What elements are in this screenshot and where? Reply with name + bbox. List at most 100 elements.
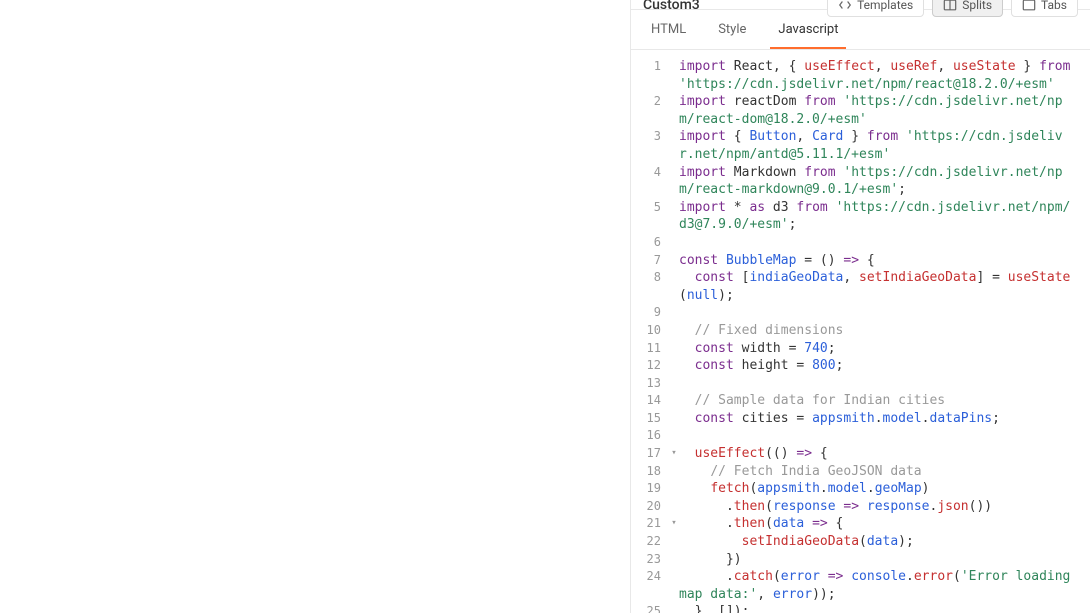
- editor-pane: Custom3 Templates Splits Tabs HTML Style: [631, 0, 1090, 613]
- code-line[interactable]: 10 // Fixed dimensions: [631, 322, 1090, 340]
- code-line[interactable]: 24 .catch(error => console.error('Error …: [631, 568, 1090, 603]
- code-line[interactable]: 11 const width = 740;: [631, 340, 1090, 358]
- line-number: 25: [631, 603, 669, 613]
- code-content[interactable]: }): [679, 551, 1090, 569]
- code-line[interactable]: 17▾ useEffect(() => {: [631, 445, 1090, 463]
- line-number: 24: [631, 568, 669, 603]
- code-content[interactable]: import * as d3 from 'https://cdn.jsdeliv…: [679, 199, 1090, 234]
- code-line[interactable]: 21▾ .then(data => {: [631, 515, 1090, 533]
- preview-pane: [0, 0, 631, 613]
- line-number: 5: [631, 199, 669, 234]
- line-number: 9: [631, 304, 669, 322]
- code-line[interactable]: 5 import * as d3 from 'https://cdn.jsdeli…: [631, 199, 1090, 234]
- code-line[interactable]: 4import Markdown from 'https://cdn.jsdel…: [631, 164, 1090, 199]
- code-content[interactable]: import React, { useEffect, useRef, useSt…: [679, 58, 1090, 93]
- line-number: 10: [631, 322, 669, 340]
- code-line[interactable]: 15 const cities = appsmith.model.dataPin…: [631, 410, 1090, 428]
- code-line[interactable]: 12 const height = 800;: [631, 357, 1090, 375]
- line-number: 21: [631, 515, 669, 533]
- line-number: 1: [631, 58, 669, 93]
- line-number: 2: [631, 93, 669, 128]
- code-content[interactable]: .catch(error => console.error('Error loa…: [679, 568, 1090, 603]
- code-content[interactable]: const height = 800;: [679, 357, 1090, 375]
- code-line[interactable]: 7 const BubbleMap = () => {: [631, 252, 1090, 270]
- line-number: 11: [631, 340, 669, 358]
- code-content[interactable]: useEffect(() => {: [679, 445, 1090, 463]
- tab-style[interactable]: Style: [710, 10, 754, 49]
- fold-icon: [669, 410, 679, 428]
- fold-icon: [669, 498, 679, 516]
- code-line[interactable]: 14 // Sample data for Indian cities: [631, 392, 1090, 410]
- fold-icon: [669, 199, 679, 234]
- fold-icon: [669, 340, 679, 358]
- line-number: 20: [631, 498, 669, 516]
- code-content[interactable]: const BubbleMap = () => {: [679, 252, 1090, 270]
- line-number: 17: [631, 445, 669, 463]
- fold-icon: [669, 357, 679, 375]
- fold-icon: [669, 304, 679, 322]
- code-content[interactable]: fetch(appsmith.model.geoMap): [679, 480, 1090, 498]
- code-line[interactable]: 8 const [indiaGeoData, setIndiaGeoData] …: [631, 269, 1090, 304]
- code-line[interactable]: 1 import React, { useEffect, useRef, useS…: [631, 58, 1090, 93]
- fold-icon: [669, 58, 679, 93]
- code-content[interactable]: const width = 740;: [679, 340, 1090, 358]
- fold-icon: [669, 603, 679, 613]
- fold-icon: [669, 375, 679, 393]
- line-number: 13: [631, 375, 669, 393]
- line-number: 6: [631, 234, 669, 252]
- fold-icon: [669, 392, 679, 410]
- fold-icon: [669, 128, 679, 163]
- code-line[interactable]: 6: [631, 234, 1090, 252]
- tab-javascript[interactable]: Javascript: [770, 10, 846, 49]
- code-line[interactable]: 3 import { Button, Card } from 'https://c…: [631, 128, 1090, 163]
- code-line[interactable]: 16: [631, 427, 1090, 445]
- line-number: 8: [631, 269, 669, 304]
- code-content[interactable]: .then(response => response.json()): [679, 498, 1090, 516]
- line-number: 22: [631, 533, 669, 551]
- fold-icon: [669, 164, 679, 199]
- fold-icon: [669, 269, 679, 304]
- line-number: 3: [631, 128, 669, 163]
- code-content[interactable]: const [indiaGeoData, setIndiaGeoData] = …: [679, 269, 1090, 304]
- code-line[interactable]: 19 fetch(appsmith.model.geoMap): [631, 480, 1090, 498]
- code-content[interactable]: // Fetch India GeoJSON data: [679, 463, 1090, 481]
- fold-icon: [669, 463, 679, 481]
- code-content[interactable]: [679, 304, 1090, 322]
- fold-icon: [669, 234, 679, 252]
- code-line[interactable]: 25 }, []);: [631, 603, 1090, 613]
- line-number: 7: [631, 252, 669, 270]
- code-content[interactable]: [679, 427, 1090, 445]
- code-line[interactable]: 18 // Fetch India GeoJSON data: [631, 463, 1090, 481]
- code-content[interactable]: const cities = appsmith.model.dataPins;: [679, 410, 1090, 428]
- line-number: 19: [631, 480, 669, 498]
- editor-header: Custom3 Templates Splits Tabs: [631, 0, 1090, 10]
- line-number: 15: [631, 410, 669, 428]
- code-content[interactable]: // Fixed dimensions: [679, 322, 1090, 340]
- fold-icon[interactable]: ▾: [669, 445, 679, 463]
- code-content[interactable]: setIndiaGeoData(data);: [679, 533, 1090, 551]
- fold-icon: [669, 93, 679, 128]
- fold-icon[interactable]: ▾: [669, 515, 679, 533]
- code-content[interactable]: [679, 234, 1090, 252]
- code-line[interactable]: 23 }): [631, 551, 1090, 569]
- code-content[interactable]: // Sample data for Indian cities: [679, 392, 1090, 410]
- tab-html[interactable]: HTML: [643, 10, 694, 49]
- code-content[interactable]: import { Button, Card } from 'https://cd…: [679, 128, 1090, 163]
- code-content[interactable]: import Markdown from 'https://cdn.jsdeli…: [679, 164, 1090, 199]
- code-editor[interactable]: 1 import React, { useEffect, useRef, useS…: [631, 50, 1090, 613]
- fold-icon: [669, 533, 679, 551]
- code-line[interactable]: 22 setIndiaGeoData(data);: [631, 533, 1090, 551]
- line-number: 14: [631, 392, 669, 410]
- code-line[interactable]: 2 import reactDom from 'https://cdn.jsdel…: [631, 93, 1090, 128]
- fold-icon: [669, 568, 679, 603]
- code-line[interactable]: 20 .then(response => response.json()): [631, 498, 1090, 516]
- code-content[interactable]: import reactDom from 'https://cdn.jsdeli…: [679, 93, 1090, 128]
- code-content[interactable]: }, []);: [679, 603, 1090, 613]
- fold-icon: [669, 252, 679, 270]
- code-content[interactable]: [679, 375, 1090, 393]
- line-number: 23: [631, 551, 669, 569]
- code-line[interactable]: 13: [631, 375, 1090, 393]
- code-content[interactable]: .then(data => {: [679, 515, 1090, 533]
- code-line[interactable]: 9: [631, 304, 1090, 322]
- fold-icon: [669, 551, 679, 569]
